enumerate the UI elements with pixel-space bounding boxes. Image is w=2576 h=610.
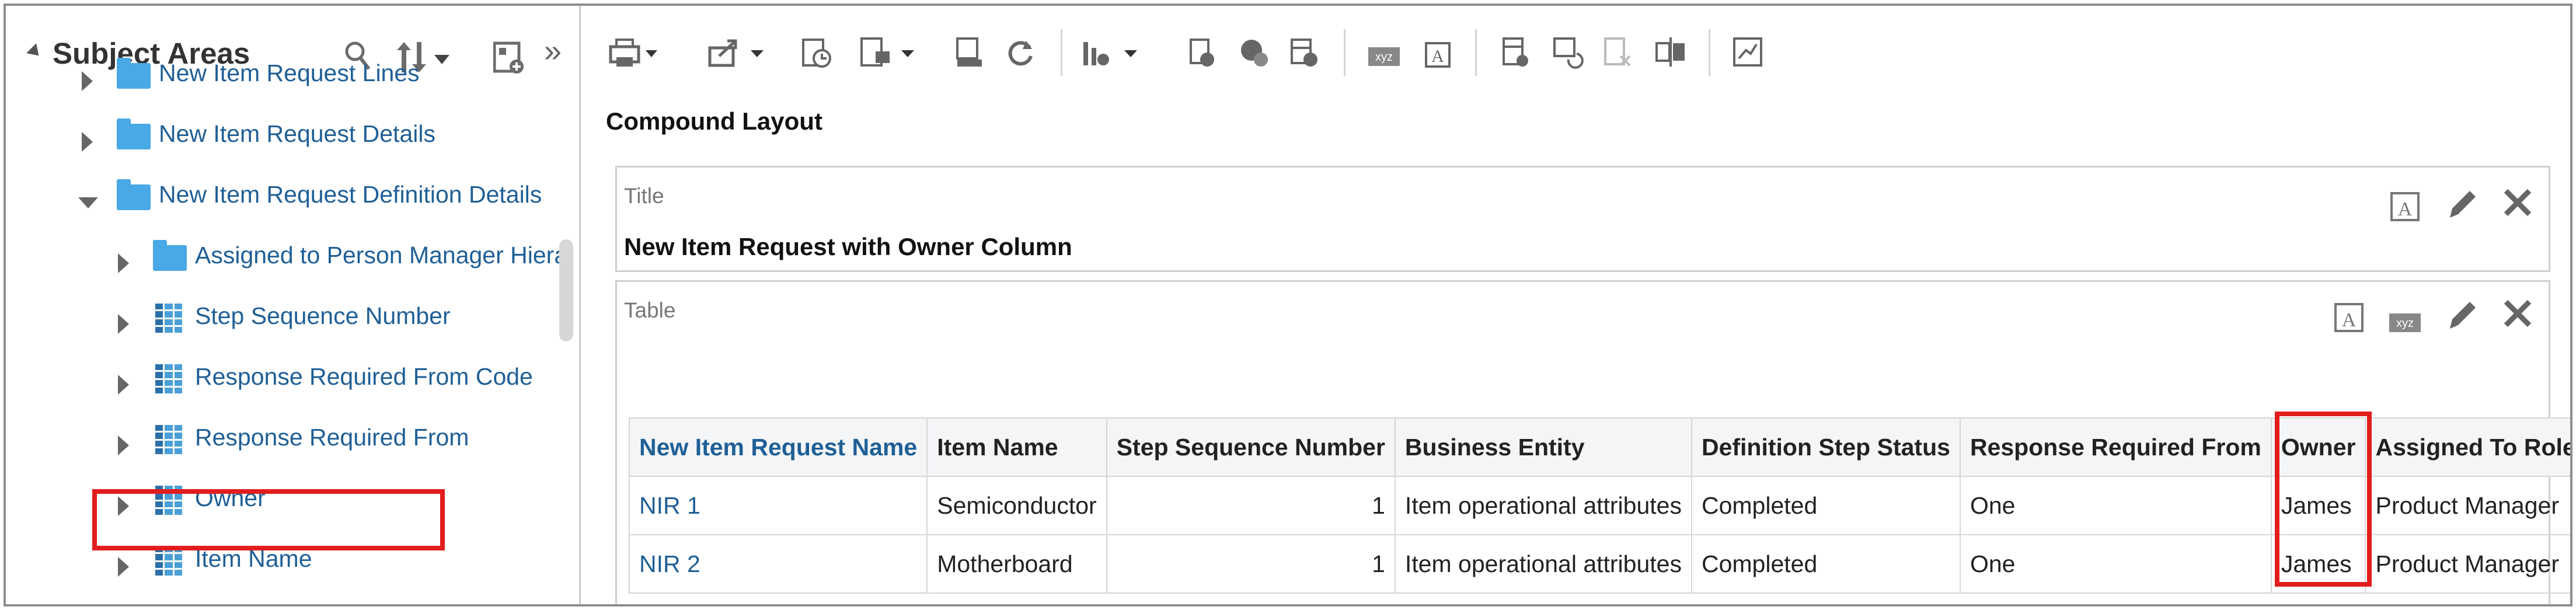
table-view-icon[interactable] [1500, 36, 1535, 74]
table-cell-link[interactable]: NIR 2 [628, 534, 928, 594]
editor-toolbar: xyz A [585, 6, 2570, 99]
folder-icon [117, 179, 151, 210]
expand-icon[interactable] [82, 132, 93, 152]
toolbar-separator [1475, 29, 1477, 76]
edit-view-icon[interactable] [2444, 185, 2479, 228]
tree-item-response-required-from-code[interactable]: Response Required From Code [6, 354, 560, 414]
table-cell: One [1959, 476, 2272, 535]
svg-text:xyz: xyz [2396, 317, 2414, 330]
tree-scrollbar[interactable] [559, 239, 573, 341]
column-header[interactable]: Step Sequence Number [1106, 417, 1396, 477]
svg-text:A: A [2398, 198, 2413, 220]
table-cell: 1 [1106, 476, 1396, 535]
export-icon[interactable] [707, 36, 772, 74]
owner-highlight-box [92, 489, 445, 550]
expand-icon[interactable] [118, 435, 129, 455]
column-header[interactable]: Item Name [926, 417, 1107, 477]
table-cell: Motherboard [926, 534, 1107, 594]
table-cell: Item operational attributes [1394, 476, 1692, 535]
table-cell: One [1959, 534, 2272, 594]
remove-view-icon[interactable] [2500, 185, 2535, 228]
folder-icon [153, 240, 187, 271]
svg-text:A: A [1431, 47, 1444, 66]
graph-icon[interactable] [1732, 36, 1767, 74]
table-cell-link[interactable]: NIR 1 [628, 476, 928, 535]
column-header[interactable]: Business Entity [1394, 417, 1692, 477]
column-icon [155, 425, 182, 454]
table-cell: Completed [1690, 534, 1961, 594]
folder-icon [117, 118, 151, 149]
column-header[interactable]: New Item Request Name [628, 417, 928, 477]
column-header[interactable]: Assigned To Role [2365, 417, 2570, 477]
column-icon [155, 364, 182, 393]
tree-item-response-required-from[interactable]: Response Required From [6, 414, 560, 475]
table-cell: Product Manager [2365, 534, 2570, 594]
save-layout-icon[interactable] [858, 36, 922, 74]
table-cell: Completed [1690, 476, 1961, 535]
expand-icon[interactable] [118, 375, 129, 395]
column-header[interactable]: Response Required From [1959, 417, 2272, 477]
chart-icon[interactable] [1081, 36, 1145, 74]
tree-item-label: Assigned to Person Manager Hiera [195, 242, 568, 269]
xyz-icon[interactable]: xyz [1367, 41, 1402, 74]
owner-column-highlight-box [2275, 412, 2372, 587]
collapse-icon[interactable] [78, 197, 98, 208]
layout-editor: xyz A Compound Layout Title New Item Req… [585, 6, 2570, 604]
view-type-label: Table [624, 298, 676, 322]
tree-item-new-item-request-lines[interactable]: New Item Request Lines [6, 50, 560, 111]
subject-areas-panel: Subject Areas » New Item Request Lines N… [6, 6, 581, 604]
table-view[interactable]: Table A xyz New Item Request Name Item N… [615, 280, 2570, 604]
tree-item-label: Response Required From Code [195, 363, 533, 390]
remove-view-icon[interactable] [2500, 296, 2535, 339]
tree-item-label: New Item Request Definition Details [159, 181, 542, 208]
gauge-icon[interactable] [1238, 36, 1273, 74]
svg-text:A: A [2342, 309, 2357, 331]
table-cell: Product Manager [2365, 476, 2570, 535]
refresh-schedule-icon[interactable] [800, 36, 835, 74]
table-cell: Semiconductor [926, 476, 1107, 535]
calculation-icon[interactable] [1288, 36, 1323, 74]
tree-item-label: Step Sequence Number [195, 302, 451, 329]
view-type-label: Title [624, 184, 664, 208]
table-cell: Item operational attributes [1394, 534, 1692, 594]
text-view-icon[interactable]: A [1421, 36, 1456, 74]
xyz-icon[interactable]: xyz [2388, 305, 2423, 340]
remove-icon[interactable] [1602, 36, 1637, 74]
report-title: New Item Request with Owner Column [624, 233, 1072, 260]
tree-item-new-item-request-definition-details[interactable]: New Item Request Definition Details [6, 172, 560, 232]
tree-item-label: New Item Request Details [159, 120, 435, 147]
format-view-icon[interactable]: A [2389, 189, 2424, 229]
expand-icon[interactable] [118, 557, 129, 577]
column-icon [155, 546, 182, 576]
expand-icon[interactable] [118, 253, 129, 273]
toolbar-separator [1061, 29, 1062, 76]
edit-view-icon[interactable] [2444, 296, 2479, 339]
toolbar-separator [1709, 29, 1710, 76]
tree-item-label: New Item Request Lines [159, 60, 420, 86]
print-icon[interactable] [608, 36, 661, 74]
pivot-icon[interactable] [1551, 36, 1586, 74]
folder-icon [117, 58, 151, 89]
add-filter-icon[interactable] [1186, 36, 1221, 74]
compound-layout-label: Compound Layout [606, 107, 822, 135]
format-view-icon[interactable]: A [2333, 299, 2368, 340]
tree-item-step-sequence-number[interactable]: Step Sequence Number [6, 293, 560, 354]
tree-item-new-item-request-details[interactable]: New Item Request Details [6, 111, 560, 172]
expand-icon[interactable] [118, 314, 129, 334]
column-header[interactable]: Definition Step Status [1690, 417, 1961, 477]
refresh-icon[interactable] [1003, 36, 1038, 74]
tree-item-assigned-to-person-manager[interactable]: Assigned to Person Manager Hiera [6, 232, 567, 293]
tree-item-label: Response Required From [195, 424, 469, 451]
expand-icon[interactable] [82, 71, 93, 91]
column-icon [155, 304, 182, 333]
app-window: Subject Areas » New Item Request Lines N… [4, 4, 2572, 606]
title-view[interactable]: Title New Item Request with Owner Column… [615, 166, 2550, 272]
data-format-icon[interactable] [953, 36, 988, 74]
table-cell: 1 [1106, 534, 1396, 594]
svg-text:xyz: xyz [1375, 51, 1393, 64]
toolbar-separator [1344, 29, 1345, 76]
split-icon[interactable] [1654, 36, 1689, 74]
